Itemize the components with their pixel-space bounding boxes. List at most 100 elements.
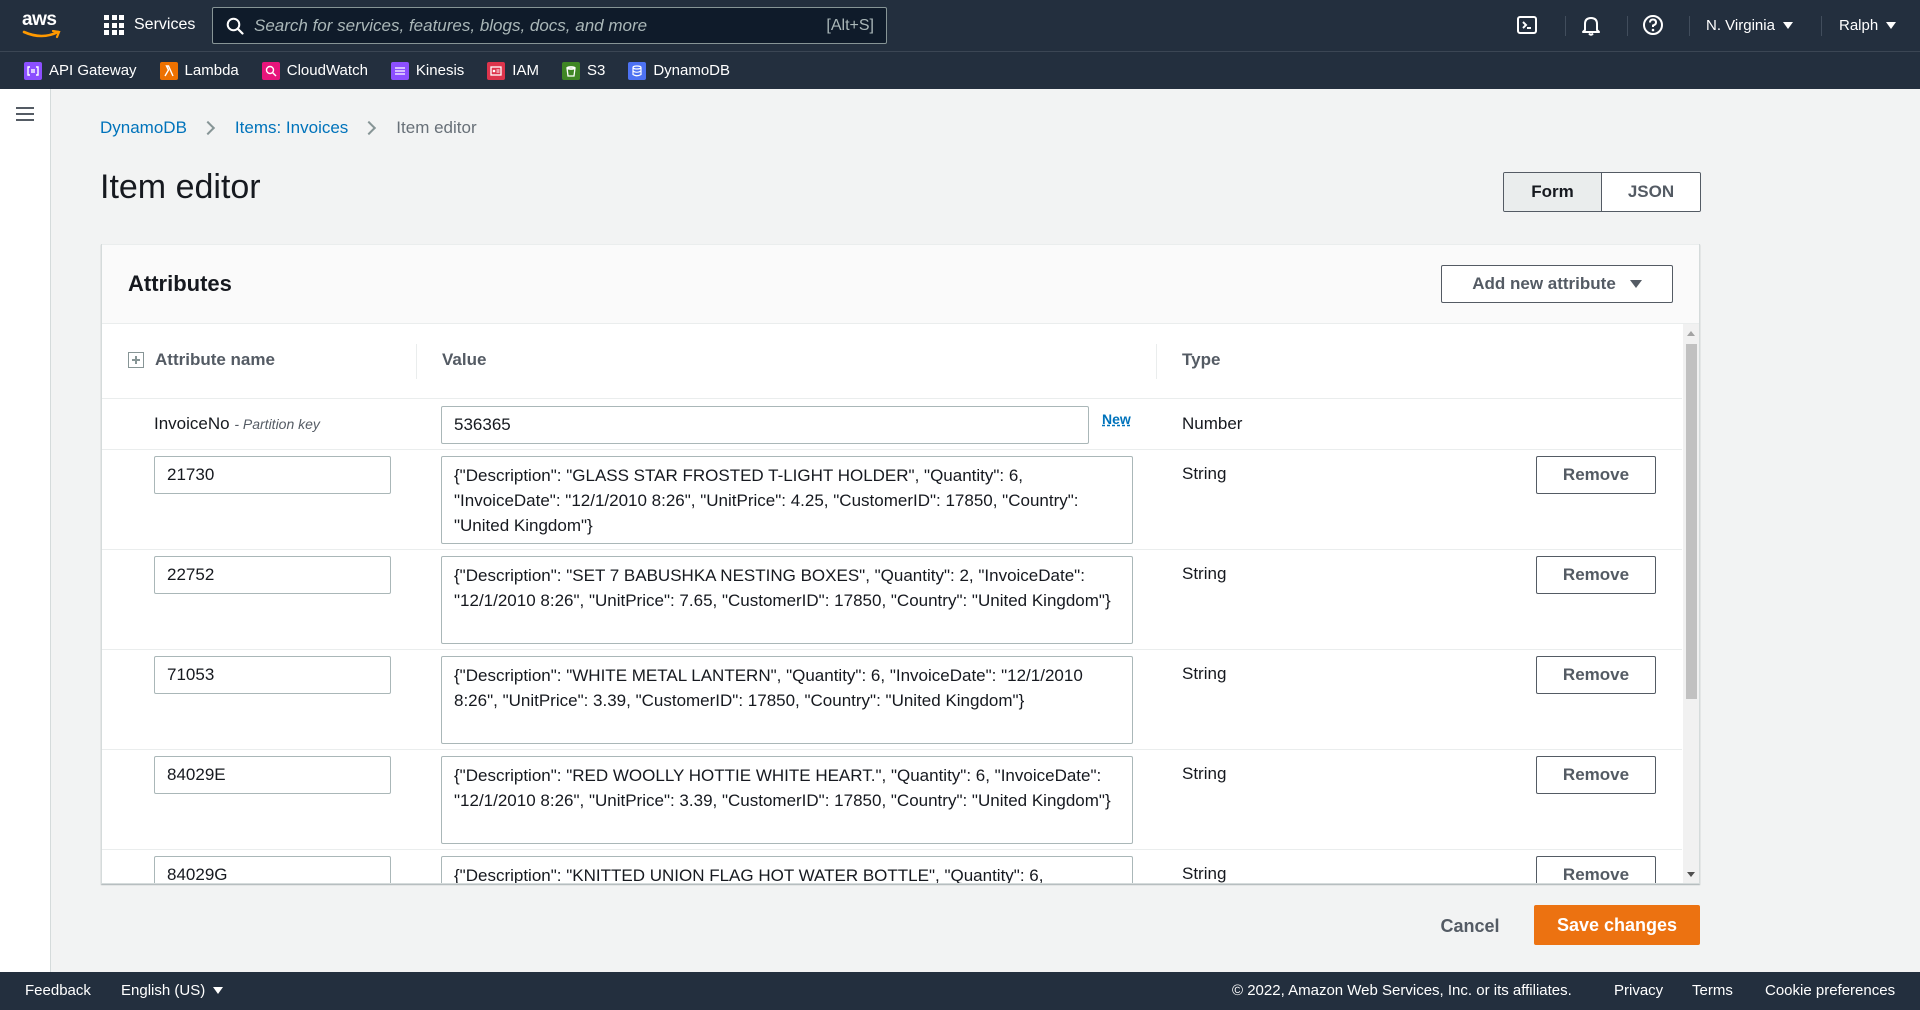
table-row: {"Description": "WHITE METAL LANTERN", "… (102, 650, 1682, 750)
breadcrumb-dynamodb[interactable]: DynamoDB (100, 118, 187, 138)
breadcrumb-current: Item editor (396, 118, 477, 137)
attribute-value-textarea[interactable]: {"Description": "WHITE METAL LANTERN", "… (441, 656, 1133, 744)
attribute-name-input[interactable] (154, 756, 391, 794)
favorite-dynamodb[interactable]: DynamoDB (628, 61, 731, 80)
attributes-panel: Attributes Add new attribute Attribute n… (101, 244, 1700, 884)
lambda-icon (159, 61, 178, 80)
language-selector[interactable]: English (US) (121, 982, 224, 999)
favorite-label: IAM (512, 62, 539, 79)
table-row: {"Description": "RED WOOLLY HOTTIE WHITE… (102, 750, 1682, 850)
attribute-value-textarea[interactable]: {"Description": "KNITTED UNION FLAG HOT … (441, 856, 1133, 883)
table-scrollbar[interactable] (1683, 324, 1699, 883)
region-selector[interactable]: N. Virginia (1706, 17, 1793, 34)
services-menu[interactable]: Services (104, 15, 195, 35)
attribute-name-input[interactable] (154, 856, 391, 883)
region-label: N. Virginia (1706, 17, 1775, 34)
search-icon (226, 17, 244, 35)
attribute-type: String (1182, 864, 1227, 883)
favorite-iam[interactable]: IAM (487, 61, 539, 80)
partition-key-name: InvoiceNo - Partition key (154, 414, 320, 433)
favorite-cloudwatch[interactable]: CloudWatch (261, 61, 368, 80)
attributes-title: Attributes (128, 271, 232, 296)
chevron-right-icon (200, 120, 215, 136)
attribute-type: String (1182, 764, 1227, 783)
attribute-type: String (1182, 564, 1227, 583)
cloudshell-icon[interactable] (1516, 14, 1538, 36)
aws-logo-text: aws (22, 9, 57, 30)
attribute-name-input[interactable] (154, 556, 391, 594)
page-title: Item editor (100, 168, 261, 206)
json-view-button[interactable]: JSON (1602, 173, 1700, 211)
attribute-name-input[interactable] (154, 456, 391, 494)
scrollbar-thumb[interactable] (1686, 344, 1697, 699)
side-navigation (0, 89, 51, 972)
column-attribute-name: Attribute name (155, 350, 275, 369)
favorite-label: DynamoDB (653, 62, 731, 79)
favorite-lambda[interactable]: Lambda (159, 61, 239, 80)
column-type: Type (1182, 350, 1221, 369)
chevron-right-icon (362, 120, 377, 136)
attributes-header: Attributes Add new attribute (102, 244, 1699, 324)
column-divider (1156, 344, 1157, 379)
form-view-button[interactable]: Form (1504, 173, 1602, 211)
cookie-preferences-link[interactable]: Cookie preferences (1765, 982, 1895, 999)
remove-attribute-button[interactable]: Remove (1536, 756, 1656, 794)
table-row: {"Description": "GLASS STAR FROSTED T-LI… (102, 450, 1682, 550)
aws-smile-icon (22, 30, 61, 39)
remove-attribute-button[interactable]: Remove (1536, 856, 1656, 883)
global-search[interactable]: [Alt+S] (212, 7, 887, 44)
remove-attribute-button[interactable]: Remove (1536, 456, 1656, 494)
new-info-link[interactable]: New (1102, 411, 1131, 427)
caret-down-icon (213, 987, 224, 994)
favorite-s3[interactable]: S3 (561, 61, 605, 80)
cancel-button[interactable]: Cancel (1422, 907, 1518, 945)
cloudwatch-icon (261, 61, 280, 80)
iam-icon (487, 61, 506, 80)
partition-key-label: - Partition key (234, 416, 320, 432)
favorite-label: API Gateway (49, 62, 137, 79)
favorites-bar: API Gateway Lambda CloudWatch Kinesis IA… (0, 51, 1920, 89)
copyright-text: © 2022, Amazon Web Services, Inc. or its… (1232, 982, 1572, 999)
nav-divider (1565, 16, 1566, 36)
save-changes-button[interactable]: Save changes (1534, 905, 1700, 945)
api-gateway-icon (24, 61, 42, 80)
favorite-api-gateway[interactable]: API Gateway (24, 61, 137, 80)
menu-icon[interactable] (16, 107, 34, 121)
attribute-name-input[interactable] (154, 656, 391, 694)
notifications-bell-icon[interactable] (1580, 14, 1602, 36)
feedback-link[interactable]: Feedback (25, 982, 91, 999)
account-menu[interactable]: Ralph (1839, 17, 1897, 34)
column-divider (416, 344, 417, 379)
add-attribute-label: Add new attribute (1472, 274, 1616, 293)
nav-divider (1689, 16, 1690, 36)
favorite-kinesis[interactable]: Kinesis (390, 61, 465, 80)
attribute-value-textarea[interactable]: {"Description": "RED WOOLLY HOTTIE WHITE… (441, 756, 1133, 844)
kinesis-icon (390, 61, 409, 80)
remove-attribute-button[interactable]: Remove (1536, 556, 1656, 594)
favorite-label: Kinesis (415, 62, 465, 79)
attribute-type: String (1182, 464, 1227, 483)
breadcrumb-items-invoices[interactable]: Items: Invoices (235, 118, 348, 138)
attribute-value-textarea[interactable]: {"Description": "GLASS STAR FROSTED T-LI… (441, 456, 1133, 544)
add-new-attribute-button[interactable]: Add new attribute (1441, 265, 1673, 303)
caret-down-icon (1629, 280, 1642, 288)
search-input[interactable] (244, 15, 827, 36)
view-toggle: Form JSON (1503, 172, 1701, 212)
expand-all-icon[interactable] (128, 352, 144, 368)
scroll-up-icon[interactable] (1687, 331, 1695, 336)
terms-link[interactable]: Terms (1692, 982, 1733, 999)
table-row: {"Description": "SET 7 BABUSHKA NESTING … (102, 550, 1682, 650)
remove-attribute-button[interactable]: Remove (1536, 656, 1656, 694)
help-icon[interactable] (1642, 14, 1664, 36)
scroll-down-icon[interactable] (1687, 872, 1695, 877)
nav-divider (1627, 16, 1628, 36)
favorite-label: Lambda (184, 62, 239, 79)
partition-key-value-input[interactable] (441, 406, 1089, 444)
footer: Feedback English (US) © 2022, Amazon Web… (0, 972, 1920, 1010)
attribute-value-textarea[interactable]: {"Description": "SET 7 BABUSHKA NESTING … (441, 556, 1133, 644)
privacy-link[interactable]: Privacy (1614, 982, 1663, 999)
user-label: Ralph (1839, 17, 1879, 34)
aws-logo[interactable]: aws (22, 10, 64, 40)
partition-key-row: InvoiceNo - Partition key New Number (102, 400, 1682, 450)
top-navigation: aws Services [Alt+S] N. Virginia (0, 0, 1920, 51)
